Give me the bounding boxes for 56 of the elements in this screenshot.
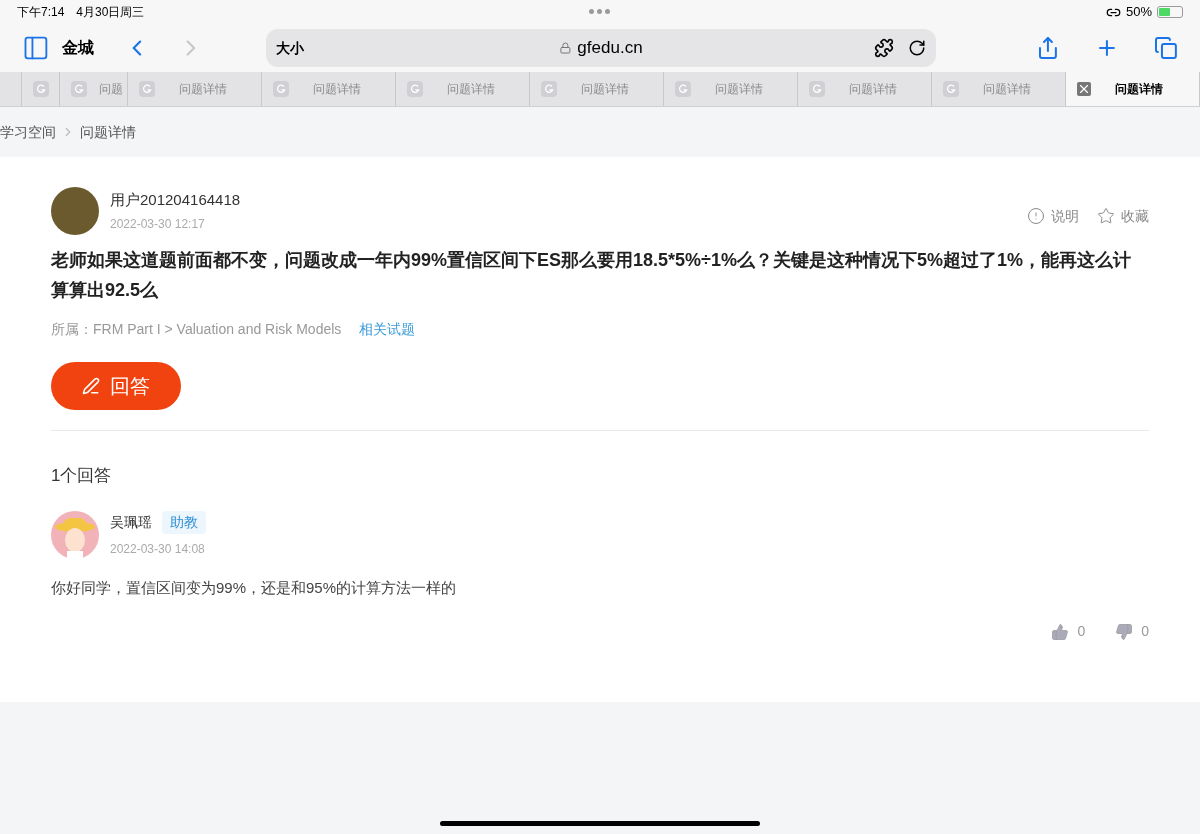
site-favicon-icon [541, 81, 557, 97]
answer-time: 2022-03-30 14:08 [110, 541, 206, 558]
browser-tab[interactable]: 问题详情 [1066, 72, 1200, 106]
tabs-overview-icon[interactable] [1154, 36, 1178, 60]
battery-icon [1157, 6, 1183, 18]
text-size-button[interactable]: 大小 [275, 37, 304, 59]
browser-tab[interactable]: 问题 [60, 72, 128, 106]
explain-button[interactable]: 说明 [1027, 205, 1079, 227]
like-icon[interactable] [1051, 622, 1070, 641]
browser-tab[interactable]: 问题详情 [128, 72, 262, 106]
user-name: 吴珮瑶 [110, 513, 152, 532]
dislike-icon[interactable] [1115, 622, 1134, 641]
user-name: 用户201204164418 [110, 189, 241, 210]
answer-text: 你好同学，置信区间变为99%，还是和95%的计算方法一样的 [51, 577, 458, 598]
status-time: 下午7:14 [17, 4, 65, 21]
browser-tab[interactable]: 问题详情 [664, 72, 798, 106]
avatar-cartoon-icon [51, 510, 99, 559]
pencil-icon [82, 377, 100, 395]
address-bar[interactable]: 大小 gfedu.cn [265, 29, 937, 67]
browser-tab[interactable]: 问题详情 [262, 72, 396, 106]
site-favicon-icon [33, 81, 49, 97]
site-favicon-icon [675, 81, 691, 97]
site-favicon-icon [407, 81, 423, 97]
site-favicon-icon [139, 81, 155, 97]
site-favicon-icon [809, 81, 825, 97]
site-favicon-icon [943, 81, 959, 97]
reload-icon[interactable] [908, 39, 927, 57]
multitasking-dots-icon[interactable] [589, 9, 610, 14]
status-date: 4月30日周三 [76, 4, 145, 21]
answers-count: 1个回答 [51, 465, 113, 487]
post-time: 2022-03-30 12:17 [110, 216, 206, 234]
star-icon [1097, 207, 1115, 225]
puzzle-icon[interactable] [874, 38, 895, 58]
browser-tab[interactable]: 问题详情 [530, 72, 664, 106]
browser-tab[interactable]: 问题详情 [396, 72, 530, 106]
url-text: gfedu.cn [577, 37, 643, 60]
favorite-button[interactable]: 收藏 [1097, 205, 1149, 227]
breadcrumb-item[interactable]: 问题详情 [80, 121, 136, 143]
browser-tab[interactable]: 问题详情 [798, 72, 932, 106]
breadcrumb-item[interactable]: 学习空间 [0, 121, 56, 143]
dislike-count: 0 [1141, 622, 1149, 641]
battery-percent: 50% [1125, 3, 1152, 22]
related-questions-link[interactable]: 相关试题 [359, 319, 416, 340]
answer-button[interactable]: 回答 [51, 362, 181, 410]
like-count: 0 [1077, 622, 1086, 641]
category-path: 所属：FRM Part I > Valuation and Risk Models [51, 320, 342, 339]
question-text: 老师如果这道题前面都不变，问题改成一年内99%置信区间下ES那么要用18.5*5%÷1%么？关键是这种情况下5%超过了1%，能再这么计算算出92.5么 [51, 249, 1133, 302]
sidebar-icon[interactable] [22, 34, 50, 62]
close-icon[interactable] [1077, 82, 1091, 96]
site-favicon-icon [71, 81, 87, 97]
avatar-photo-placeholder [51, 187, 99, 235]
info-icon [1027, 207, 1045, 225]
site-favicon-icon [273, 81, 289, 97]
assistant-badge: 助教 [162, 511, 206, 534]
lock-icon [559, 42, 572, 54]
tab-group-title[interactable]: 金城 [61, 36, 94, 60]
